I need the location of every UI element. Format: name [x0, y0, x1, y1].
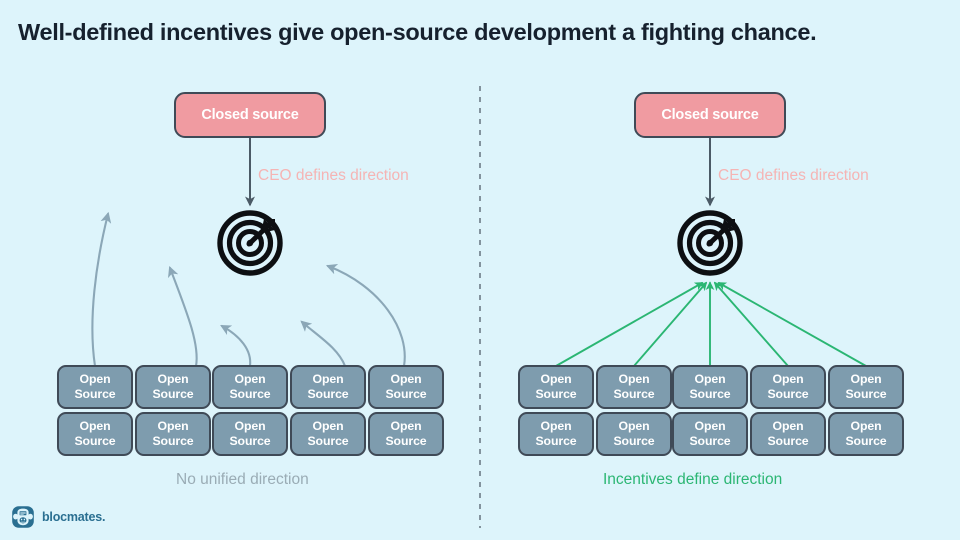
open-source-label-line2: Source [152, 387, 194, 401]
open-source-node[interactable]: Open Source [828, 412, 904, 456]
open-source-label-line2: Source [152, 434, 194, 448]
open-source-label-line2: Source [845, 387, 887, 401]
closed-source-node-left[interactable]: Closed source [174, 92, 326, 138]
open-source-label-line1: Open [312, 372, 344, 386]
open-source-label-line1: Open [390, 419, 422, 433]
aligned-arrow-1 [555, 282, 704, 367]
open-source-label-line1: Open [79, 372, 111, 386]
panel-caption-left: No unified direction [176, 471, 309, 488]
open-source-label-line2: Source [385, 434, 427, 448]
chaotic-arrows-group [91, 211, 406, 368]
target-bullseye-icon [217, 210, 283, 276]
open-source-label-line2: Source [767, 434, 809, 448]
panel-caption-right: Incentives define direction [603, 471, 783, 488]
open-source-node[interactable]: Open Source [518, 365, 594, 409]
blocmates-ape-logo-icon [12, 506, 34, 528]
open-source-label-line1: Open [694, 419, 726, 433]
chaotic-arrow-2 [168, 265, 198, 368]
chaotic-arrow-3 [220, 324, 252, 368]
open-source-label-line2: Source [767, 387, 809, 401]
open-source-node[interactable]: Open Source [135, 365, 211, 409]
open-source-label-line1: Open [234, 419, 266, 433]
open-source-label-line1: Open [390, 372, 422, 386]
ceo-defines-direction-label-right: CEO defines direction [718, 167, 869, 184]
open-source-node[interactable]: Open Source [135, 412, 211, 456]
open-source-node[interactable]: Open Source [518, 412, 594, 456]
page-title: Well-defined incentives give open-source… [18, 19, 817, 45]
target-bullseye-icon [677, 210, 743, 276]
open-source-label-line1: Open [850, 419, 882, 433]
open-source-node[interactable]: Open Source [596, 412, 672, 456]
open-source-label-line1: Open [772, 372, 804, 386]
open-source-node[interactable]: Open Source [212, 412, 288, 456]
open-source-label-line1: Open [850, 372, 882, 386]
chaotic-arrow-5 [325, 264, 406, 368]
aligned-arrow-4 [713, 281, 789, 367]
open-source-node[interactable]: Open Source [672, 365, 748, 409]
open-source-node[interactable]: Open Source [750, 412, 826, 456]
open-source-node[interactable]: Open Source [596, 365, 672, 409]
open-source-label-line1: Open [540, 372, 572, 386]
open-source-label-line2: Source [535, 434, 577, 448]
open-source-label-line2: Source [229, 434, 271, 448]
connector-layer [91, 86, 867, 528]
open-source-node[interactable]: Open Source [212, 365, 288, 409]
brand-logo[interactable]: blocmates. [11, 505, 106, 529]
open-source-label-line2: Source [845, 434, 887, 448]
closed-source-label: Closed source [661, 107, 759, 123]
open-source-label-line2: Source [229, 387, 271, 401]
open-source-node[interactable]: Open Source [290, 412, 366, 456]
open-source-node[interactable]: Open Source [828, 365, 904, 409]
open-source-label-line2: Source [74, 387, 116, 401]
open-source-label-line2: Source [613, 387, 655, 401]
open-source-label-line1: Open [694, 372, 726, 386]
open-source-label-line1: Open [79, 419, 111, 433]
open-source-node[interactable]: Open Source [57, 365, 133, 409]
open-source-node[interactable]: Open Source [57, 412, 133, 456]
open-source-label-line2: Source [74, 434, 116, 448]
open-source-label-line1: Open [540, 419, 572, 433]
open-source-label-line1: Open [772, 419, 804, 433]
open-source-node[interactable]: Open Source [290, 365, 366, 409]
open-source-label-line2: Source [613, 434, 655, 448]
open-source-label-line2: Source [307, 387, 349, 401]
open-source-label-line1: Open [234, 372, 266, 386]
aligned-arrow-2 [633, 281, 708, 367]
open-source-label-line1: Open [157, 419, 189, 433]
aligned-arrows-group [555, 281, 867, 367]
open-source-label-line1: Open [618, 372, 650, 386]
open-source-node[interactable]: Open Source [368, 365, 444, 409]
open-source-node[interactable]: Open Source [750, 365, 826, 409]
open-source-label-line1: Open [157, 372, 189, 386]
open-source-label-line2: Source [689, 387, 731, 401]
open-source-label-line2: Source [307, 434, 349, 448]
aligned-arrow-5 [717, 282, 867, 367]
open-source-node[interactable]: Open Source [368, 412, 444, 456]
closed-source-node-right[interactable]: Closed source [634, 92, 786, 138]
diagram-canvas: Well-defined incentives give open-source… [0, 0, 960, 540]
open-source-label-line2: Source [689, 434, 731, 448]
ceo-defines-direction-label-left: CEO defines direction [258, 167, 409, 184]
open-source-node[interactable]: Open Source [672, 412, 748, 456]
open-source-label-line1: Open [618, 419, 650, 433]
chaotic-arrow-4 [300, 320, 347, 368]
chaotic-arrow-1 [91, 211, 112, 368]
closed-source-label: Closed source [201, 107, 299, 123]
brand-logo-text: blocmates. [42, 510, 106, 524]
open-source-label-line2: Source [535, 387, 577, 401]
open-source-label-line2: Source [385, 387, 427, 401]
open-source-label-line1: Open [312, 419, 344, 433]
